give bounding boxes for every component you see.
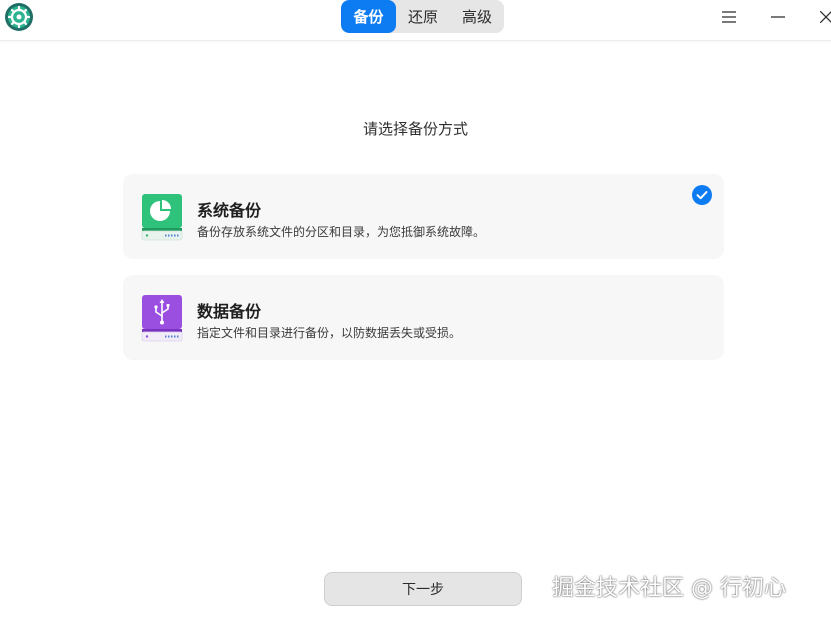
menu-button[interactable]: [716, 4, 742, 30]
minimize-icon: [771, 16, 785, 18]
mode-tabs: 备份 还原 高级: [341, 0, 504, 33]
tab-backup[interactable]: 备份: [341, 0, 396, 33]
minimize-button[interactable]: [765, 4, 791, 30]
tab-advanced[interactable]: 高级: [450, 0, 504, 33]
backup-restore-app-icon: [5, 3, 33, 31]
option-title: 系统备份: [197, 201, 262, 220]
option-description: 指定文件和目录进行备份，以防数据丢失或受损。: [197, 326, 462, 340]
watermark-text: 掘金技术社区 @ 行初心: [552, 576, 786, 601]
close-button[interactable]: [813, 4, 831, 30]
title-bar: 备份 还原 高级: [0, 0, 831, 41]
next-button[interactable]: 下一步: [324, 572, 522, 606]
system-backup-disk-icon: [141, 194, 183, 241]
option-system-backup[interactable]: 系统备份 备份存放系统文件的分区和目录，为您抵御系统故障。: [123, 174, 724, 259]
option-title: 数据备份: [197, 302, 262, 321]
option-description: 备份存放系统文件的分区和目录，为您抵御系统故障。: [197, 225, 486, 239]
selected-check-icon: [692, 185, 712, 205]
menu-icon: [722, 11, 736, 23]
backup-window: 备份 还原 高级 请选择备份方式 系统备份 备份存放系统文件的分区和目录，为您抵…: [0, 0, 831, 617]
page-heading: 请选择备份方式: [362, 120, 468, 138]
option-data-backup[interactable]: 数据备份 指定文件和目录进行备份，以防数据丢失或受损。: [123, 275, 724, 360]
close-icon: [820, 11, 831, 23]
data-backup-usb-disk-icon: [141, 295, 183, 342]
tab-restore[interactable]: 还原: [396, 0, 450, 33]
